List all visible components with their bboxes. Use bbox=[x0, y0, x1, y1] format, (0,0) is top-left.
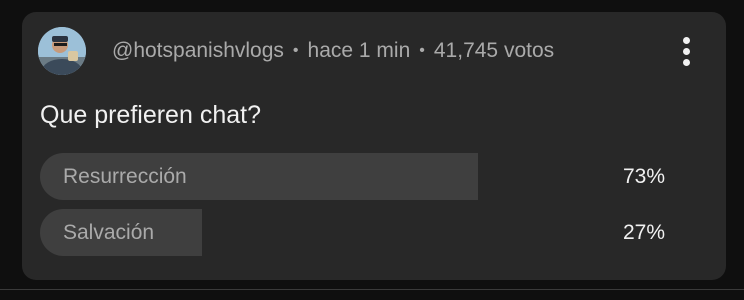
poll-option-percent: 27% bbox=[622, 221, 665, 244]
poll-option-resurreccion[interactable]: Resurrección 73% bbox=[40, 153, 665, 200]
poll-option-salvacion[interactable]: Salvación 27% bbox=[40, 209, 665, 256]
more-vert-icon[interactable] bbox=[672, 32, 700, 70]
poll-question: Que prefieren chat? bbox=[40, 101, 261, 129]
divider bbox=[0, 289, 744, 290]
poll-option-label: Resurrección bbox=[63, 165, 187, 188]
avatar-image bbox=[38, 27, 86, 75]
poll-option-label: Salvación bbox=[63, 221, 155, 244]
poll-post-card: @hotspanishvlogs • hace 1 min • 41,745 v… bbox=[22, 12, 726, 280]
meta-separator: • bbox=[419, 42, 425, 59]
channel-avatar[interactable] bbox=[38, 27, 86, 75]
poll-option-percent: 73% bbox=[622, 165, 665, 188]
post-meta: @hotspanishvlogs • hace 1 min • 41,745 v… bbox=[112, 38, 554, 64]
vote-count: 41,745 votos bbox=[433, 39, 555, 62]
meta-separator: • bbox=[292, 42, 299, 59]
channel-handle[interactable]: @hotspanishvlogs bbox=[112, 39, 284, 63]
post-time[interactable]: hace 1 min bbox=[308, 39, 411, 63]
